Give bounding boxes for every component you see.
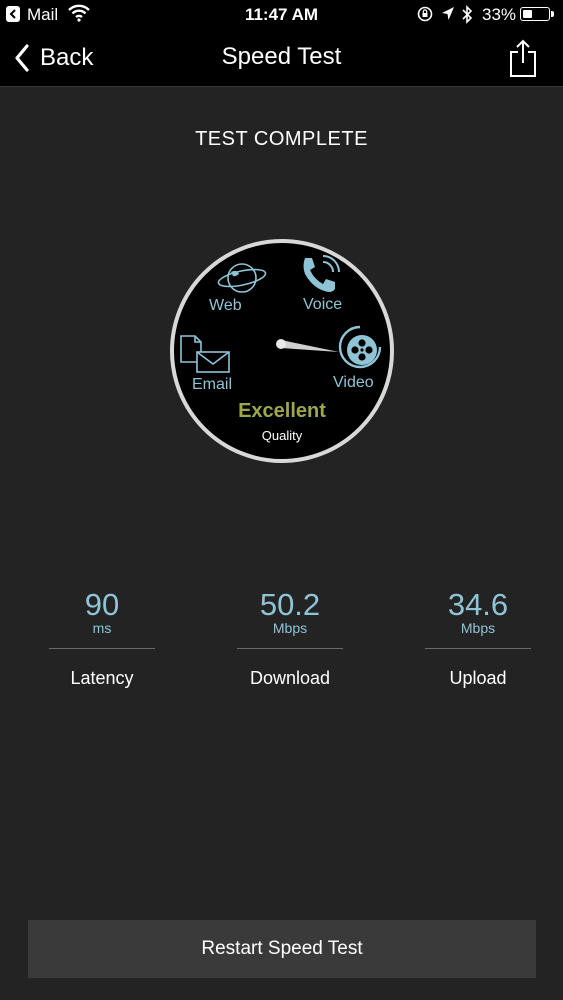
quality-dial: Web Voice Email Video Excellent Quality [167, 236, 397, 466]
metric-unit: Mbps [272, 620, 308, 636]
metric-unit: ms [92, 620, 112, 636]
metric-unit: Mbps [460, 620, 496, 636]
status-heading: TEST COMPLETE [195, 128, 368, 150]
location-icon [442, 7, 454, 20]
metric-value: 34.6 [447, 587, 509, 622]
metric-value: 90 [84, 587, 120, 622]
metric-label: Latency [70, 668, 134, 688]
divider [49, 648, 155, 649]
metric-upload: 34.6 Mbps Upload [424, 588, 532, 689]
restart-speed-test-button[interactable]: Restart Speed Test [28, 920, 536, 978]
battery-icon [520, 7, 554, 21]
quality-label: Quality [261, 428, 303, 443]
bluetooth-icon [462, 5, 473, 24]
status-bar: Mail 11:47 AM 33% [0, 0, 563, 30]
navigation-bar: Back Speed Test [0, 30, 563, 87]
metric-label: Download [249, 668, 331, 688]
metric-value: 50.2 [259, 587, 321, 622]
orientation-lock-icon [417, 6, 433, 22]
share-icon[interactable] [508, 38, 538, 78]
quality-rating: Excellent [238, 400, 326, 422]
metric-latency: 90 ms Latency [48, 588, 156, 689]
metric-label: Upload [449, 668, 507, 688]
clock: 11:47 AM [244, 5, 319, 24]
divider [425, 648, 531, 649]
divider [237, 648, 343, 649]
metric-download: 50.2 Mbps Download [236, 588, 344, 689]
battery-percent: 33% [482, 5, 517, 24]
page-title: Speed Test [221, 43, 342, 70]
